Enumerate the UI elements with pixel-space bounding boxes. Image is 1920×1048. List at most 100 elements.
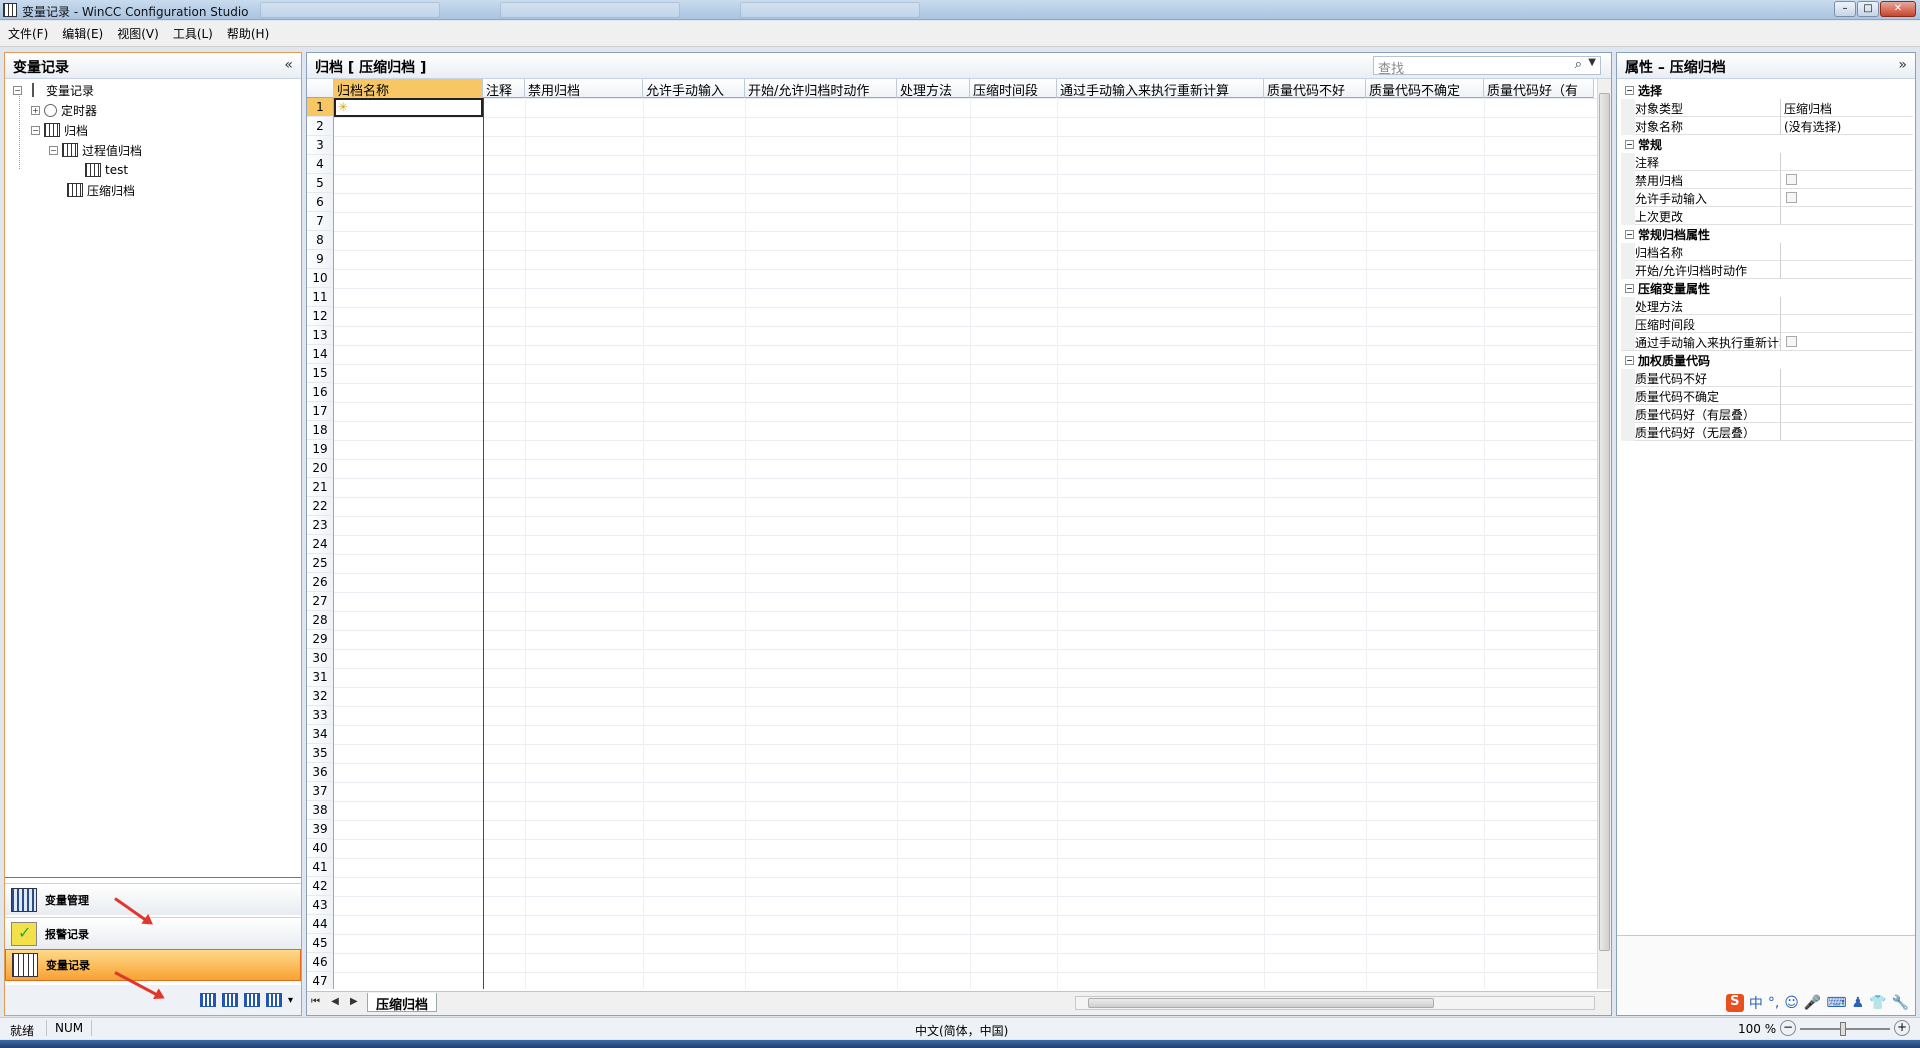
tree-node-process-archive[interactable]: − 过程值归档 xyxy=(49,141,142,159)
row-header[interactable]: 38 xyxy=(307,801,333,820)
emoji-icon[interactable]: ☺ xyxy=(1784,995,1799,1011)
column-header[interactable]: 通过手动输入来执行重新计算 xyxy=(1057,79,1264,98)
property-value[interactable] xyxy=(1781,261,1913,279)
minimize-button[interactable]: – xyxy=(1834,1,1856,17)
column-header[interactable]: 压缩时间段 xyxy=(970,79,1057,98)
column-header[interactable]: 质量代码不好 xyxy=(1264,79,1366,98)
search-icon[interactable]: ⌕ xyxy=(1575,57,1582,72)
row-header[interactable]: 39 xyxy=(307,820,333,839)
property-value[interactable]: (没有选择) xyxy=(1781,117,1913,135)
row-header[interactable]: 37 xyxy=(307,782,333,801)
disable-archive-checkbox[interactable] xyxy=(1786,174,1797,185)
row-header[interactable]: 26 xyxy=(307,573,333,592)
property-category[interactable]: − 选择 xyxy=(1621,81,1913,99)
row-header[interactable]: 4 xyxy=(307,155,333,174)
sheet-tab[interactable]: 压缩归档 xyxy=(367,993,438,1013)
menu-help[interactable]: 帮助(H) xyxy=(227,25,269,42)
scroll-thumb[interactable] xyxy=(1599,93,1610,951)
row-header[interactable]: 35 xyxy=(307,744,333,763)
row-header[interactable]: 3 xyxy=(307,136,333,155)
property-value[interactable] xyxy=(1781,189,1913,207)
column-header[interactable]: 注释 xyxy=(483,79,525,98)
row-header[interactable]: 33 xyxy=(307,706,333,725)
grid-cells[interactable] xyxy=(334,98,1597,989)
nav-button-tag-logging[interactable]: 变量记录 xyxy=(5,949,301,981)
tree-node-archive[interactable]: − 归档 xyxy=(31,121,88,139)
allow-manual-checkbox[interactable] xyxy=(1786,192,1797,203)
zoom-slider-thumb[interactable] xyxy=(1840,1022,1846,1036)
expand-node-icon[interactable]: + xyxy=(31,105,40,115)
column-header[interactable]: 禁用归档 xyxy=(525,79,643,98)
property-row[interactable]: 禁用归档 xyxy=(1621,171,1913,189)
property-row[interactable]: 质量代码好（有层叠） xyxy=(1621,405,1913,423)
zoom-in-button[interactable]: + xyxy=(1894,1020,1910,1036)
row-header[interactable]: 36 xyxy=(307,763,333,782)
ime-mode-label[interactable]: 中 xyxy=(1749,993,1763,1013)
vertical-scrollbar[interactable] xyxy=(1597,79,1611,989)
collapse-node-icon[interactable]: − xyxy=(1625,283,1634,293)
column-header[interactable]: 质量代码好（有 xyxy=(1484,79,1594,98)
row-header[interactable]: 10 xyxy=(307,269,333,288)
row-header[interactable]: 1 xyxy=(307,98,333,117)
tag-logging-icon[interactable] xyxy=(243,993,260,1007)
property-row[interactable]: 开始/允许归档时动作 xyxy=(1621,261,1913,279)
property-category[interactable]: − 加权质量代码 xyxy=(1621,351,1913,369)
property-row[interactable]: 上次更改 xyxy=(1621,207,1913,225)
row-header[interactable]: 12 xyxy=(307,307,333,326)
active-cell[interactable]: ✳ xyxy=(334,98,483,117)
property-row[interactable]: 处理方法 xyxy=(1621,297,1913,315)
row-header[interactable]: 7 xyxy=(307,212,333,231)
property-row[interactable]: 通过手动输入来执行重新计算 xyxy=(1621,333,1913,351)
menu-file[interactable]: 文件(F) xyxy=(8,25,48,42)
property-value[interactable] xyxy=(1781,153,1913,171)
user-icon[interactable]: ♟ xyxy=(1852,995,1865,1011)
row-header[interactable]: 19 xyxy=(307,440,333,459)
row-header[interactable]: 32 xyxy=(307,687,333,706)
row-header[interactable]: 47 xyxy=(307,972,333,989)
property-value[interactable] xyxy=(1781,423,1913,441)
property-value[interactable] xyxy=(1781,171,1913,189)
wrench-icon[interactable]: 🔧 xyxy=(1892,995,1909,1011)
chevron-down-icon[interactable]: ▾ xyxy=(288,995,293,1006)
close-button[interactable]: ✕ xyxy=(1880,1,1916,17)
property-category[interactable]: − 常规归档属性 xyxy=(1621,225,1913,243)
row-header[interactable]: 20 xyxy=(307,459,333,478)
nav-button-tag-management[interactable]: 变量管理 xyxy=(5,883,301,915)
keyboard-icon[interactable]: ⌨ xyxy=(1826,995,1846,1011)
row-header[interactable]: 13 xyxy=(307,326,333,345)
row-header[interactable]: 28 xyxy=(307,611,333,630)
recalc-checkbox[interactable] xyxy=(1786,336,1797,347)
skin-icon[interactable]: 👕 xyxy=(1869,995,1886,1011)
row-header[interactable]: 34 xyxy=(307,725,333,744)
row-header[interactable]: 11 xyxy=(307,288,333,307)
column-header[interactable]: 质量代码不确定 xyxy=(1366,79,1484,98)
collapse-node-icon[interactable]: − xyxy=(13,85,22,95)
row-header[interactable]: 17 xyxy=(307,402,333,421)
row-header[interactable]: 40 xyxy=(307,839,333,858)
sogou-ime-icon[interactable]: S xyxy=(1725,994,1744,1012)
zoom-out-button[interactable]: − xyxy=(1780,1020,1796,1036)
row-header[interactable]: 31 xyxy=(307,668,333,687)
property-row[interactable]: 注释 xyxy=(1621,153,1913,171)
row-header[interactable]: 9 xyxy=(307,250,333,269)
menu-edit[interactable]: 编辑(E) xyxy=(62,25,103,42)
tree-node-root[interactable]: − 变量记录 xyxy=(13,81,94,99)
row-header[interactable]: 41 xyxy=(307,858,333,877)
alarm-icon[interactable] xyxy=(221,993,238,1007)
microphone-icon[interactable]: 🎤 xyxy=(1804,995,1821,1011)
property-value[interactable]: 压缩归档 xyxy=(1781,99,1913,117)
collapse-node-icon[interactable]: − xyxy=(1625,355,1634,365)
property-value[interactable] xyxy=(1781,405,1913,423)
property-row[interactable]: 对象类型 压缩归档 xyxy=(1621,99,1913,117)
horizontal-scrollbar[interactable] xyxy=(1075,996,1595,1010)
column-header[interactable]: 处理方法 xyxy=(897,79,970,98)
row-header[interactable]: 22 xyxy=(307,497,333,516)
row-header[interactable]: 18 xyxy=(307,421,333,440)
scroll-thumb[interactable] xyxy=(1088,998,1434,1008)
collapse-node-icon[interactable]: − xyxy=(1625,229,1634,239)
nav-splitter[interactable] xyxy=(5,877,301,881)
collapse-left-icon[interactable]: « xyxy=(284,57,293,73)
tree-node-test[interactable]: test xyxy=(85,161,128,179)
tree-node-timer[interactable]: + 定时器 xyxy=(31,101,97,119)
menu-tools[interactable]: 工具(L) xyxy=(173,25,213,42)
